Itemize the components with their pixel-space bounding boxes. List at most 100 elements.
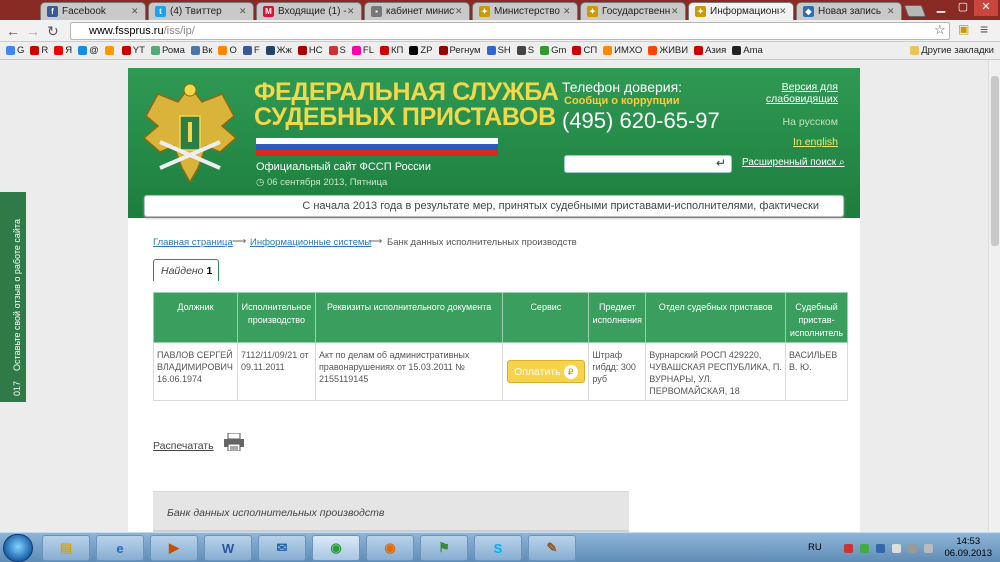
new-tab-button[interactable] xyxy=(903,5,927,17)
search-input[interactable]: ↵ xyxy=(564,155,732,173)
tab-close-icon[interactable]: ✕ xyxy=(887,6,897,17)
bookmark-favicon-icon xyxy=(78,46,88,55)
browser-tab[interactable]: M Входящие (1) - ie✕ xyxy=(256,2,362,20)
skype-icon[interactable]: S xyxy=(474,535,522,561)
scrollbar-thumb[interactable] xyxy=(991,76,999,246)
bookmark-star-icon[interactable]: ☆ xyxy=(934,22,946,38)
browser-tab[interactable]: ▪ кабинет министр✕ xyxy=(364,2,470,20)
bookmark-item[interactable]: Азия xyxy=(694,45,726,56)
bookmark-item[interactable]: G xyxy=(6,45,24,56)
enter-icon[interactable]: ↵ xyxy=(716,156,726,170)
bookmark-item[interactable]: FL xyxy=(351,45,374,56)
browser-tab[interactable]: ✦ Министерство с ✕ xyxy=(472,2,578,20)
maximize-button[interactable]: ▢ xyxy=(952,0,974,16)
paint-icon[interactable]: ✎ xyxy=(528,535,576,561)
chrome-icon[interactable]: ◉ xyxy=(312,535,360,561)
bookmark-label: @ xyxy=(89,45,99,56)
bookmark-item[interactable]: Вк xyxy=(190,45,213,56)
back-icon[interactable]: ← xyxy=(6,23,20,39)
extension-icon[interactable]: ▣ xyxy=(958,22,969,36)
tray-volume-icon[interactable] xyxy=(892,544,901,553)
vertical-scrollbar[interactable] xyxy=(988,60,1000,532)
clock[interactable]: 14:53 06.09.2013 xyxy=(944,536,992,560)
browser-tab[interactable]: ✦ Государственны ✕ xyxy=(580,2,686,20)
bookmark-item[interactable]: Регнум xyxy=(438,45,481,56)
bookmark-favicon-icon xyxy=(732,46,742,55)
reload-icon[interactable]: ↻ xyxy=(47,23,59,40)
bookmark-item[interactable]: S xyxy=(328,45,346,56)
browser-tab[interactable]: f Facebook ✕ xyxy=(40,2,146,20)
tab-close-icon[interactable]: ✕ xyxy=(455,6,465,17)
bookmark-item[interactable]: @ xyxy=(78,45,99,56)
bookmark-item[interactable]: Жж xyxy=(265,45,292,56)
tab-close-icon[interactable]: ✕ xyxy=(671,6,681,17)
network-icon[interactable]: ⚑ xyxy=(420,535,468,561)
tray-signal-icon[interactable] xyxy=(924,544,933,553)
lang-english-link[interactable]: In english xyxy=(728,136,838,148)
corruption-link[interactable]: Сообщи о коррупции xyxy=(564,95,679,107)
bookmark-item[interactable]: S xyxy=(516,45,535,56)
browser-tab[interactable]: ◆ Новая запись ✕ xyxy=(796,2,902,20)
breadcrumb-home[interactable]: Главная страница xyxy=(153,237,233,248)
news-ticker[interactable]: С начала 2013 года в результате мер, при… xyxy=(144,195,844,217)
bookmark-item[interactable]: КП xyxy=(379,45,403,56)
close-window-button[interactable]: ✕ xyxy=(974,0,998,16)
tab-close-icon[interactable]: ✕ xyxy=(347,6,357,17)
outlook-icon[interactable]: ✉ xyxy=(258,535,306,561)
bookmark-item[interactable]: СП xyxy=(572,45,597,56)
media-icon[interactable]: ▶ xyxy=(150,535,198,561)
tray-app-icon[interactable] xyxy=(860,544,869,553)
address-bar[interactable]: www.fssprus.ru/iss/ip/ xyxy=(70,22,950,40)
breadcrumb-separator: ⟶ xyxy=(232,236,247,247)
browser-tab[interactable]: ✦ Информационны✕ xyxy=(688,2,794,20)
bookmark-item[interactable]: ЖИВИ xyxy=(648,45,688,56)
tab-close-icon[interactable]: ✕ xyxy=(239,6,249,17)
feedback-tab[interactable]: 017 Оставьте свой отзыв о работе сайта xyxy=(0,192,26,402)
visually-impaired-link[interactable]: Версия для слабовидящих xyxy=(756,81,838,105)
bookmark-label: Вк xyxy=(201,45,213,56)
bookmark-item[interactable]: НС xyxy=(297,45,323,56)
print-link[interactable]: Распечатать xyxy=(153,440,214,452)
found-label: Найдено xyxy=(161,265,204,277)
pay-button[interactable]: Оплатить ₽ xyxy=(506,360,585,383)
tab-close-icon[interactable]: ✕ xyxy=(131,6,141,17)
printer-icon[interactable] xyxy=(223,433,245,451)
advanced-search-link[interactable]: Расширенный поиск ⌕ xyxy=(742,157,845,168)
bookmark-label: S xyxy=(527,45,535,56)
bookmark-item[interactable]: SH xyxy=(486,45,511,56)
tray-battery-icon[interactable] xyxy=(908,544,917,553)
tray-flag-icon[interactable] xyxy=(844,544,853,553)
windows-taskbar: ▤ e ▶ W ✉ ◉ ◉ ⚑ S ✎ RU 14:53 06.09.2013 xyxy=(0,532,1000,562)
bookmark-item[interactable]: F xyxy=(242,45,260,56)
other-bookmarks[interactable]: Другие закладки xyxy=(910,45,994,56)
menu-icon[interactable]: ≡ xyxy=(980,21,988,37)
cell-department: Вурнарский РОСП 429220, ЧУВАШСКАЯ РЕСПУБ… xyxy=(645,342,786,401)
minimize-button[interactable]: ▁ xyxy=(930,0,952,16)
tab-close-icon[interactable]: ✕ xyxy=(779,6,789,17)
breadcrumb-systems[interactable]: Информационные системы xyxy=(250,237,371,248)
bookmark-item[interactable]: YT xyxy=(121,45,145,56)
bookmark-item[interactable]: Gm xyxy=(540,45,566,56)
browser-tab[interactable]: t (4) Твиттер ✕ xyxy=(148,2,254,20)
bookmark-item[interactable]: ZP xyxy=(409,45,433,56)
bookmark-item[interactable]: Ama xyxy=(732,45,763,56)
ie-icon[interactable]: e xyxy=(96,535,144,561)
bookmark-item[interactable]: Я xyxy=(54,45,72,56)
firefox-icon[interactable]: ◉ xyxy=(366,535,414,561)
bookmark-favicon-icon xyxy=(540,46,550,55)
tab-close-icon[interactable]: ✕ xyxy=(563,6,573,17)
forward-icon[interactable]: → xyxy=(26,23,40,39)
bookmark-item[interactable]: ИМХО xyxy=(603,45,642,56)
bookmark-item[interactable]: R xyxy=(30,45,48,56)
bookmark-favicon-icon xyxy=(516,46,526,55)
url-domain: www.fssprus.ru xyxy=(89,25,164,37)
bookmark-item[interactable]: Рома xyxy=(150,45,185,56)
bookmark-label: Регнум xyxy=(449,45,481,56)
tray-network-icon[interactable] xyxy=(876,544,885,553)
explorer-icon[interactable]: ▤ xyxy=(42,535,90,561)
start-button[interactable] xyxy=(3,534,33,562)
language-indicator[interactable]: RU xyxy=(808,542,822,553)
bookmark-item[interactable] xyxy=(104,46,116,55)
bookmark-item[interactable]: О xyxy=(218,45,237,56)
word-icon[interactable]: W xyxy=(204,535,252,561)
